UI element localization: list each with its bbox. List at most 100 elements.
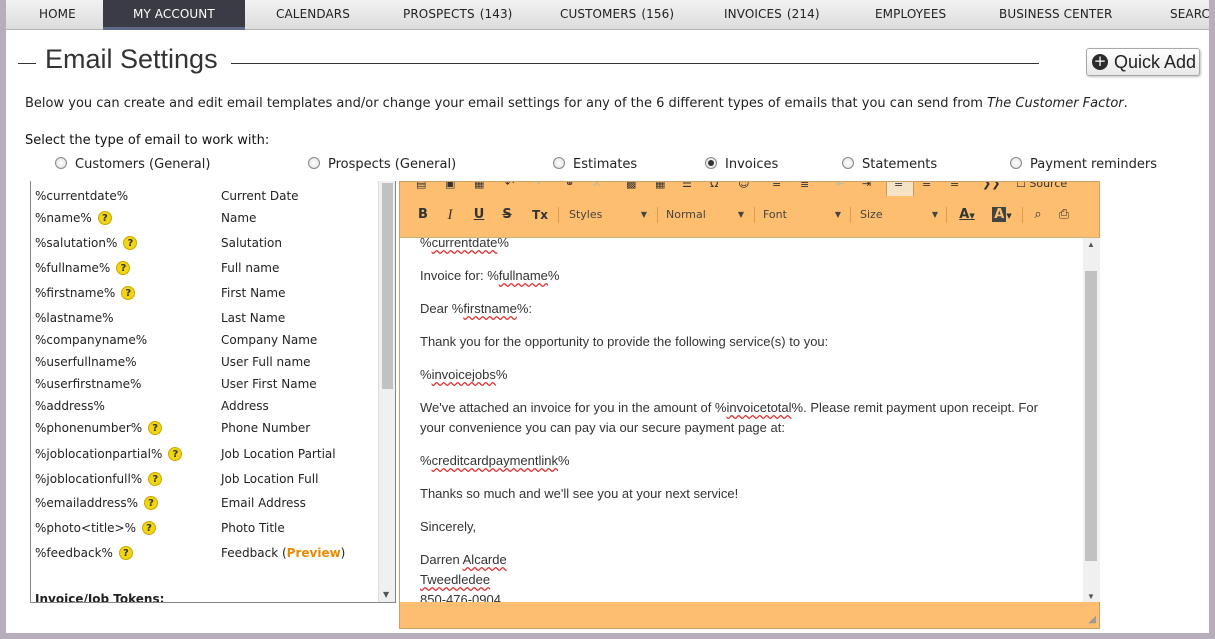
nav-customers[interactable]: CUSTOMERS (156) <box>560 0 674 30</box>
align-right-icon[interactable]: ≡ <box>950 182 959 190</box>
nav-business-center[interactable]: BUSINESS CENTER <box>999 0 1112 30</box>
table-icon[interactable]: ▦ <box>655 182 665 190</box>
image-icon[interactable]: ▩ <box>626 182 636 190</box>
token-description: Phone Number <box>221 421 311 435</box>
smiley-icon[interactable]: ☺ <box>738 182 749 190</box>
print-icon[interactable]: ⎙ <box>1056 206 1072 224</box>
new-page-icon[interactable]: ▤ <box>416 182 426 190</box>
radio-button[interactable] <box>308 156 320 169</box>
intro-end: . <box>1123 96 1128 111</box>
scroll-up-arrow-icon[interactable]: ▲ <box>1087 240 1095 249</box>
editor-scrollbar[interactable]: ▲ ▼ <box>1083 238 1100 602</box>
radio-invoices[interactable]: Invoices <box>705 156 778 172</box>
scroll-down-arrow-icon[interactable]: ▼ <box>1087 592 1095 601</box>
numbered-list-icon[interactable]: ≡ <box>772 182 781 190</box>
format-dropdown[interactable]: Normal ▼ <box>666 206 744 224</box>
special-char-icon[interactable]: Ω <box>710 182 718 190</box>
nav-invoices[interactable]: INVOICES (214) <box>724 0 820 30</box>
token-code: %name% <box>35 211 92 225</box>
token-description: Email Address <box>221 496 306 510</box>
underline-button[interactable]: U <box>472 206 486 224</box>
token-description: Company Name <box>221 333 318 347</box>
token-code: %currentdate% <box>35 189 129 203</box>
horizontal-line-icon[interactable]: ☰ <box>682 182 692 190</box>
radio-button[interactable] <box>1010 156 1022 169</box>
body-line: Thanks so much and we'll see you at your… <box>420 486 739 501</box>
nav-home[interactable]: HOME <box>39 0 76 30</box>
undo-icon[interactable]: ↶ <box>505 182 514 190</box>
background-color-icon: A <box>992 207 1007 222</box>
token-description: Address <box>221 399 269 413</box>
bold-button[interactable]: B <box>416 206 430 224</box>
scrollbar-thumb[interactable] <box>1085 271 1097 561</box>
find-icon[interactable]: ⌕ <box>1030 206 1046 224</box>
radio-estimates[interactable]: Estimates <box>553 156 637 172</box>
format-label: Normal <box>666 208 706 221</box>
body-line: 850-476-0904 <box>420 592 501 602</box>
preview-icon[interactable]: ▦ <box>474 182 484 190</box>
radio-button-checked[interactable] <box>705 156 717 169</box>
remove-format-button[interactable]: Tx <box>530 206 550 224</box>
nav-calendars[interactable]: CALENDARS <box>276 0 350 30</box>
font-dropdown[interactable]: Font ▼ <box>763 206 841 224</box>
radio-button[interactable] <box>55 156 67 169</box>
align-left-icon[interactable]: ≡ <box>894 182 903 190</box>
help-icon[interactable]: ? <box>168 447 183 461</box>
editor-toolbar-row-1: ▤ ▣ ▦ ↶ ↷ ⚭ ✕ ▩ ▦ ☰ Ω ☺ ≡ ≣ ⇤ ⇥ ≡ ≡ ≡ ❯❯… <box>400 182 1100 196</box>
help-icon[interactable]: ? <box>116 261 131 275</box>
nav-employees[interactable]: EMPLOYEES <box>875 0 946 30</box>
unlink-icon[interactable]: ✕ <box>592 182 601 190</box>
spellcheck-word: fullname <box>498 268 548 283</box>
spellcheck-word: creditcardpaymentlink <box>431 453 559 468</box>
help-icon[interactable]: ? <box>144 496 159 510</box>
scrollbar-thumb[interactable] <box>382 183 393 389</box>
email-body-document[interactable]: %currentdate% Invoice for: %fullname% De… <box>400 237 1100 602</box>
radio-customers-general[interactable]: Customers (General) <box>55 156 210 172</box>
strikethrough-button[interactable]: S <box>500 206 514 224</box>
source-button[interactable]: ☐ Source <box>1016 182 1067 190</box>
radio-statements[interactable]: Statements <box>842 156 937 172</box>
help-icon[interactable]: ? <box>97 211 112 225</box>
help-icon[interactable]: ? <box>148 472 163 486</box>
help-icon[interactable]: ? <box>121 286 136 300</box>
help-icon[interactable]: ? <box>148 421 163 435</box>
nav-prospects[interactable]: PROSPECTS (143) <box>403 0 512 30</box>
resize-handle-icon[interactable]: ◢ <box>1088 614 1096 625</box>
nav-search[interactable]: SEARCH <box>1170 0 1215 30</box>
select-email-type-label: Select the type of email to work with: <box>25 133 270 148</box>
indent-icon[interactable]: ⇥ <box>862 182 871 190</box>
text-color-icon: A <box>959 207 970 222</box>
outdent-icon[interactable]: ⇤ <box>836 182 845 190</box>
token-description: Salutation <box>221 236 282 250</box>
spellcheck-word: Alcarde <box>462 552 507 567</box>
body-line: %currentdate% <box>420 237 509 250</box>
text-color-button[interactable]: A▼ <box>956 206 978 224</box>
redo-icon[interactable]: ↷ <box>532 182 541 190</box>
help-icon[interactable]: ? <box>118 546 133 560</box>
templates-icon[interactable]: ▣ <box>445 182 455 190</box>
help-icon[interactable]: ? <box>123 236 138 250</box>
radio-prospects-general[interactable]: Prospects (General) <box>308 156 456 172</box>
toolbar-separator <box>558 207 559 223</box>
background-color-button[interactable]: A ▼ <box>990 206 1014 224</box>
token-list-panel: %currentdate% Current Date %name%? Name %s… <box>30 181 396 603</box>
token-code: %salutation% <box>35 236 118 250</box>
preview-link[interactable]: Preview <box>287 546 341 560</box>
radio-button[interactable] <box>842 156 854 169</box>
radio-payment-reminders[interactable]: Payment reminders <box>1010 156 1157 172</box>
styles-dropdown[interactable]: Styles ▼ <box>569 206 647 224</box>
size-dropdown[interactable]: Size ▼ <box>860 206 938 224</box>
help-icon[interactable]: ? <box>142 521 156 535</box>
align-center-icon[interactable]: ≡ <box>922 182 931 190</box>
scroll-down-arrow-icon[interactable]: ▼ <box>383 590 389 599</box>
blockquote-icon[interactable]: ❯❯ <box>982 182 1000 190</box>
quick-add-button[interactable]: + Quick Add <box>1086 48 1200 76</box>
nav-my-account[interactable]: MY ACCOUNT <box>103 0 245 30</box>
radio-button[interactable] <box>553 156 565 169</box>
bulleted-list-icon[interactable]: ≣ <box>800 182 809 190</box>
token-description-end: ) <box>340 546 346 560</box>
italic-button[interactable]: I <box>444 206 456 224</box>
token-list-scrollbar[interactable]: ▼ <box>378 181 395 602</box>
intro-brand: The Customer Factor <box>987 96 1124 111</box>
link-icon[interactable]: ⚭ <box>565 182 574 190</box>
